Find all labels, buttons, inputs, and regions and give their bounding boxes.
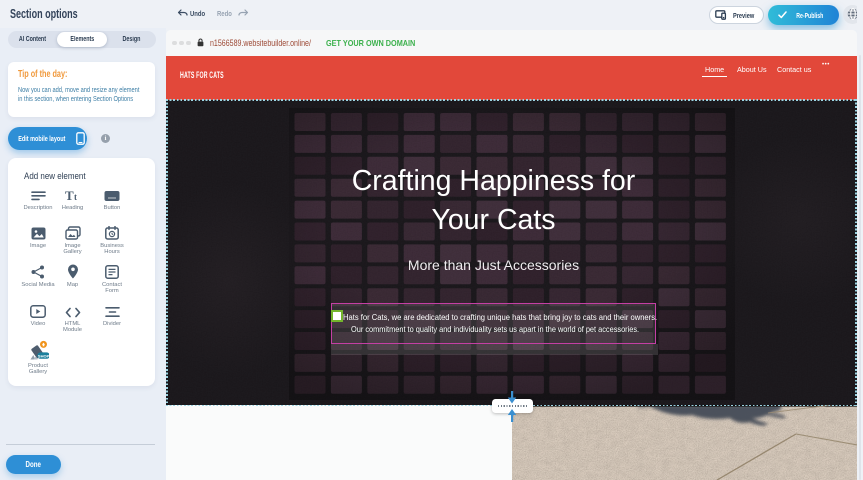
svg-text:t: t bbox=[74, 192, 77, 202]
svg-text:SHOP: SHOP bbox=[38, 353, 49, 358]
svg-text:T: T bbox=[65, 189, 74, 202]
